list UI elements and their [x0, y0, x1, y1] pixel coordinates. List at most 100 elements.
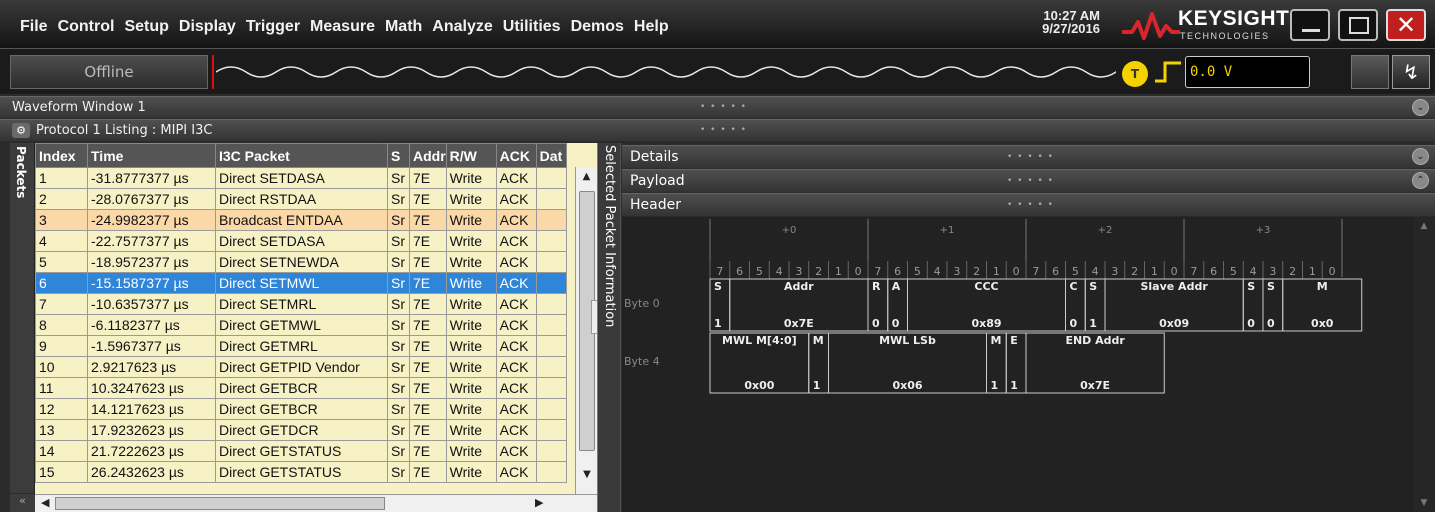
column-header[interactable]: Addr — [409, 143, 447, 168]
table-row[interactable]: 11 10.3247623 µs Direct GETBCR Sr 7E Write ACK — [35, 377, 567, 399]
table-row[interactable]: 12 14.1217623 µs Direct GETBCR Sr 7E Write ACK — [35, 398, 567, 420]
drag-handle-icon[interactable]: • • • • • — [1007, 146, 1054, 168]
scroll-up-icon[interactable]: ▲ — [576, 171, 597, 182]
table-row[interactable]: 8 -6.1182377 µs Direct GETMWL Sr 7E Write ACK — [35, 314, 567, 336]
table-row[interactable]: 10 2.9217623 µs Direct GETPID Vendor Sr 7E Wr… — [35, 356, 567, 378]
scroll-up-icon[interactable]: ▲ — [1413, 221, 1435, 231]
table-cell: Sr — [387, 398, 410, 420]
expand-down-icon[interactable]: ⌄ — [1412, 99, 1429, 116]
gear-icon[interactable]: ⚙ — [12, 123, 30, 138]
drag-handle-icon[interactable]: • • • • • — [700, 120, 747, 141]
table-row[interactable]: 2 -28.0767377 µs Direct RSTDAA Sr 7E Write ACK — [35, 188, 567, 210]
header-section-bar[interactable]: Header • • • • • — [622, 193, 1435, 216]
header-vertical-scrollbar[interactable]: ▲ ▼ — [1413, 217, 1435, 512]
details-section-bar[interactable]: Details • • • • • ⌄ — [622, 145, 1435, 168]
table-cell: 17.9232623 µs — [87, 419, 216, 441]
expand-down-icon[interactable]: ⌄ — [1412, 148, 1429, 165]
table-cell: Sr — [387, 377, 410, 399]
maximize-button[interactable] — [1338, 9, 1378, 41]
rising-edge-icon — [1155, 61, 1181, 83]
bit-label: 0 — [855, 265, 862, 278]
table-cell — [535, 293, 567, 315]
menu-display[interactable]: Display — [179, 18, 236, 36]
table-row[interactable]: 6 -15.1587377 µs Direct SETMWL Sr 7E Write ACK — [35, 272, 567, 294]
table-cell: 7E — [409, 461, 447, 483]
collapse-left-icon[interactable]: « — [10, 494, 35, 512]
table-cell: Write — [445, 209, 497, 231]
column-header[interactable]: Dat — [535, 143, 567, 168]
table-row[interactable]: 1 -31.8777377 µs Direct SETDASA Sr 7E Write AC… — [35, 167, 567, 189]
payload-section-bar[interactable]: Payload • • • • • ⌃ — [622, 169, 1435, 192]
menu-utilities[interactable]: Utilities — [503, 18, 561, 36]
table-cell: 12 — [35, 398, 88, 420]
column-header[interactable]: ACK — [495, 143, 537, 168]
bitfield-name: MWL LSb — [879, 334, 936, 347]
table-cell: 5 — [35, 251, 88, 273]
scrollbar-thumb[interactable] — [55, 497, 385, 510]
run-status-button[interactable]: Offline — [10, 55, 208, 89]
trigger-level-field[interactable]: 0.0 V — [1185, 56, 1310, 88]
menu-trigger[interactable]: Trigger — [246, 18, 300, 36]
table-cell: Direct GETPID Vendor — [215, 356, 388, 378]
table-cell: Direct SETMRL — [215, 293, 388, 315]
table-cell: Write — [445, 461, 497, 483]
menu-analyze[interactable]: Analyze — [432, 18, 492, 36]
bitfield-value: 1 — [1010, 379, 1018, 392]
column-header[interactable]: R/W — [445, 143, 497, 168]
menu-math[interactable]: Math — [385, 18, 422, 36]
drag-handle-icon[interactable]: • • • • • — [1007, 194, 1054, 216]
scroll-right-icon[interactable]: ▶ — [535, 496, 543, 509]
bit-label: 4 — [776, 265, 783, 278]
scroll-down-icon[interactable]: ▼ — [576, 469, 598, 480]
table-cell: Sr — [387, 461, 410, 483]
trigger-indicator-icon[interactable]: T — [1122, 61, 1148, 87]
table-row[interactable]: 3 -24.9982377 µs Broadcast ENTDAA Sr 7E Write… — [35, 209, 567, 231]
waveform-window-bar[interactable]: Waveform Window 1 • • • • • ⌄ — [0, 96, 1435, 118]
column-header[interactable]: Index — [35, 143, 88, 168]
table-cell: -15.1587377 µs — [87, 272, 216, 294]
bitfield-name: A — [892, 280, 901, 293]
bit-label: 3 — [1269, 265, 1276, 278]
scroll-left-icon[interactable]: ◀ — [41, 496, 49, 509]
scroll-down-icon[interactable]: ▼ — [1413, 498, 1435, 508]
listing-horizontal-scrollbar[interactable]: ◀ ▶ — [35, 494, 597, 512]
bit-label: 1 — [993, 265, 1000, 278]
drag-handle-icon[interactable]: • • • • • — [700, 97, 747, 118]
column-header[interactable]: Time — [87, 143, 216, 168]
table-cell — [535, 356, 567, 378]
table-row[interactable]: 14 21.7222623 µs Direct GETSTATUS Sr 7E Write… — [35, 440, 567, 462]
table-row[interactable]: 5 -18.9572377 µs Direct SETNEWDA Sr 7E Write A… — [35, 251, 567, 273]
menu-setup[interactable]: Setup — [124, 18, 168, 36]
auto-scale-button[interactable]: ↯ — [1392, 55, 1430, 89]
menu-help[interactable]: Help — [634, 18, 669, 36]
bit-label: 3 — [1111, 265, 1118, 278]
packets-tab-label: Packets — [14, 146, 28, 199]
toolbar-grid-button[interactable] — [1351, 55, 1389, 89]
title-bar: File Control Setup Display Trigger Measure Mat… — [0, 0, 1435, 48]
table-row[interactable]: 4 -22.7577377 µs Direct SETDASA Sr 7E Write AC… — [35, 230, 567, 252]
table-row[interactable]: 7 -10.6357377 µs Direct SETMRL Sr 7E Write ACK — [35, 293, 567, 315]
selected-packet-tab[interactable]: Selected Packet Information — [597, 143, 621, 512]
table-cell: 11 — [35, 377, 88, 399]
menu-measure[interactable]: Measure — [310, 18, 375, 36]
table-row[interactable]: 13 17.9232623 µs Direct GETDCR Sr 7E Write ACK — [35, 419, 567, 441]
menu-file[interactable]: File — [20, 18, 48, 36]
bitfield-name: M — [813, 334, 824, 347]
column-header[interactable]: I3C Packet — [215, 143, 388, 168]
menu-control[interactable]: Control — [58, 18, 115, 36]
table-cell — [535, 314, 567, 336]
collapse-up-icon[interactable]: ⌃ — [1412, 172, 1429, 189]
table-cell: 8 — [35, 314, 88, 336]
packets-tab[interactable]: Packets — [10, 143, 35, 493]
table-row[interactable]: 15 26.2432623 µs Direct GETSTATUS Sr 7E Write… — [35, 461, 567, 483]
menu-demos[interactable]: Demos — [571, 18, 624, 36]
minimize-button[interactable] — [1290, 9, 1330, 41]
close-button[interactable]: ✕ — [1386, 9, 1426, 41]
table-row[interactable]: 9 -1.5967377 µs Direct GETMRL Sr 7E Write ACK — [35, 335, 567, 357]
column-header[interactable]: S — [387, 143, 410, 168]
bitfield-value: 0x06 — [892, 379, 922, 392]
bit-label: 1 — [1309, 265, 1316, 278]
table-cell: -10.6357377 µs — [87, 293, 216, 315]
drag-handle-icon[interactable]: • • • • • — [1007, 170, 1054, 192]
table-cell — [535, 419, 567, 441]
